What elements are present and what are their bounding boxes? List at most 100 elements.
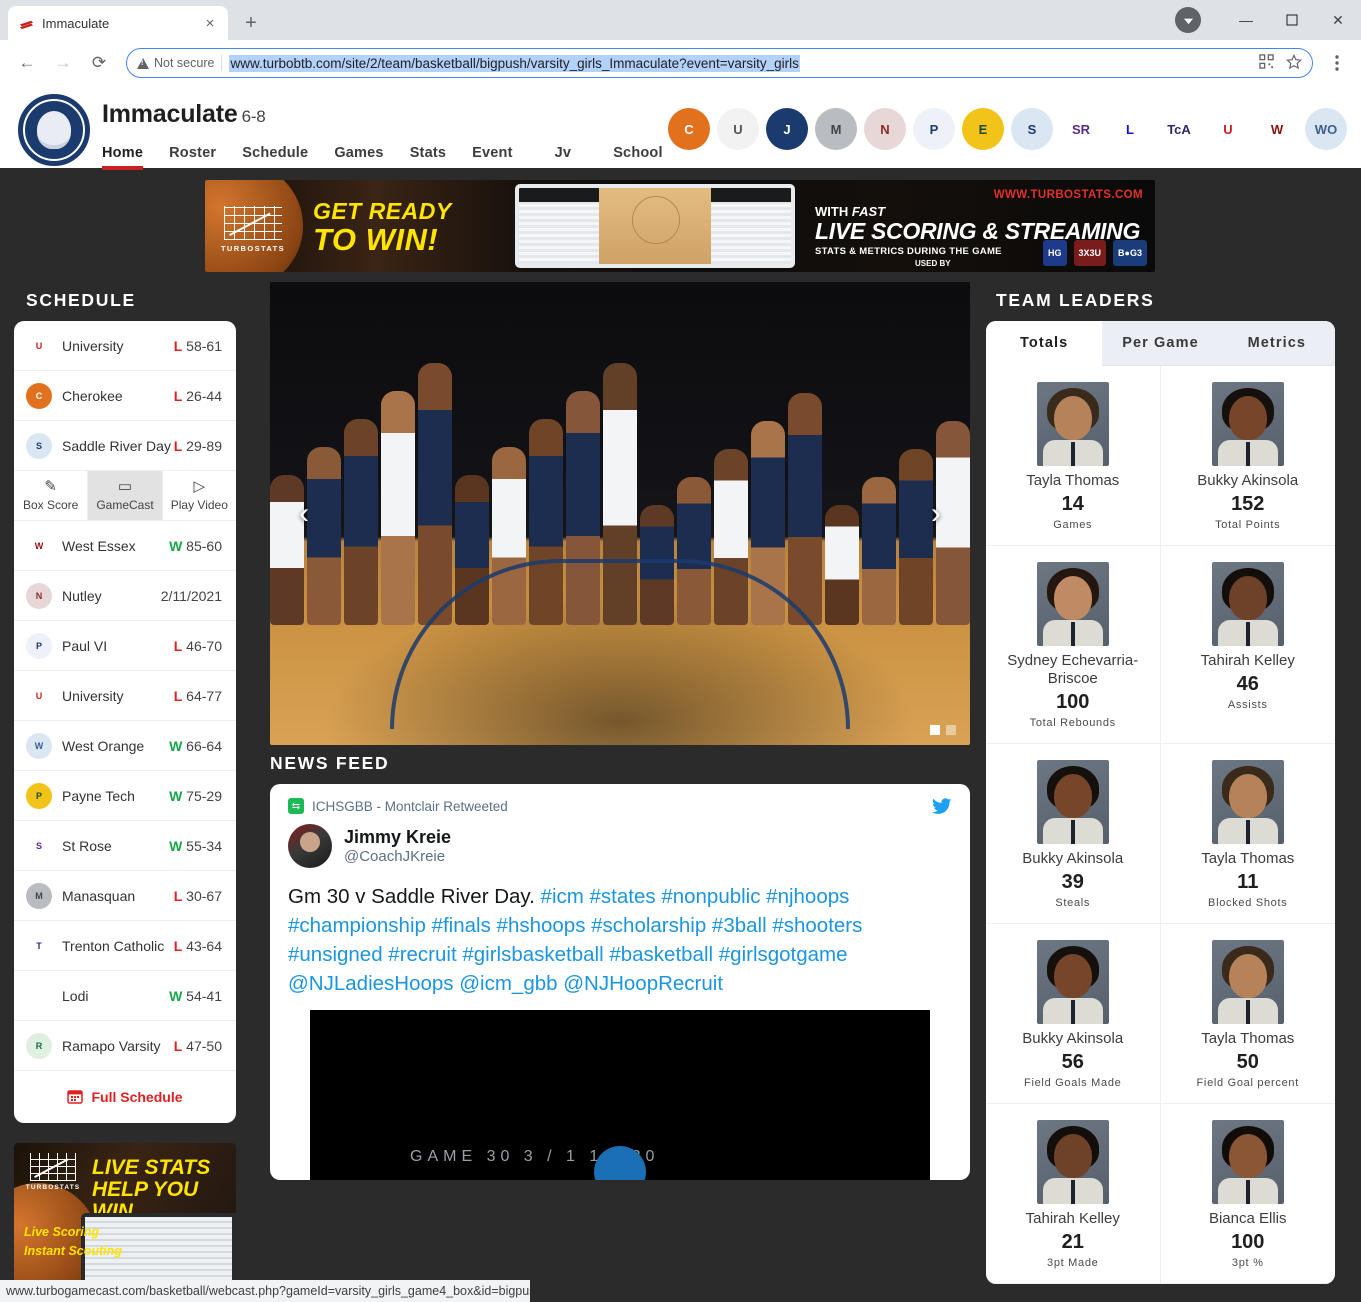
omnibox-divider — [221, 55, 223, 71]
carousel-prev-icon[interactable]: ‹ — [284, 489, 324, 539]
bookmark-star-icon[interactable] — [1286, 53, 1302, 73]
schedule-row[interactable]: Lodi W 54-41 — [14, 971, 236, 1021]
tweet-author[interactable]: Jimmy Kreie @CoachJKreie — [288, 824, 952, 868]
minimize-button[interactable]: — — [1223, 0, 1269, 40]
essex-county-logo[interactable]: E — [962, 108, 1004, 150]
player-headshot — [1036, 1120, 1109, 1204]
schedule-opponent-name: Saddle River Day — [62, 437, 171, 454]
st-rose-logo[interactable]: SR — [1060, 108, 1102, 150]
schedule-row[interactable]: M Manasquan L 30-67 — [14, 871, 236, 921]
tweet-video[interactable]: GAME 30 3 / 1 1 / 20 — [310, 1010, 930, 1181]
team-leader-cell[interactable]: Tayla Thomas 11 Blocked Shots — [1160, 744, 1335, 924]
top-banner-ad[interactable]: TURBOSTATS GET READY TO WIN! WWW.TURBOST… — [205, 180, 1155, 272]
result-letter: W — [169, 737, 183, 754]
nav-item-home[interactable]: Home — [102, 141, 144, 170]
team-leader-cell[interactable]: Tahirah Kelley 21 3pt Made — [986, 1104, 1161, 1284]
address-bar[interactable]: Not secure www.turbobtb.com/site/2/team/… — [126, 48, 1313, 78]
west-essex-logo[interactable]: W — [1256, 108, 1298, 150]
result-letter: W — [169, 787, 183, 804]
tab-per-game[interactable]: Per Game — [1102, 321, 1219, 366]
team-leader-cell[interactable]: Bukky Akinsola 152 Total Points — [1160, 366, 1335, 546]
nutley-logo[interactable]: N — [864, 108, 906, 150]
reload-icon[interactable]: ⟳ — [82, 46, 116, 80]
nav-item-roster[interactable]: Roster — [169, 141, 216, 170]
qr-code-icon[interactable] — [1259, 54, 1274, 72]
close-tab-icon[interactable]: × — [202, 15, 218, 31]
schedule-row[interactable]: U University L 58-61 — [14, 321, 236, 371]
stat-label: Assists — [1227, 699, 1268, 711]
university-phoenix-logo: U — [26, 682, 52, 709]
team-leader-cell[interactable]: Tahirah Kelley 46 Assists — [1160, 546, 1335, 744]
paul-vi-logo: P — [26, 632, 52, 659]
saddle-river-day-logo[interactable]: S — [1011, 108, 1053, 150]
stat-value: 50 — [1236, 1051, 1259, 1073]
trenton-catholic-academy-logo[interactable]: TcA — [1158, 108, 1200, 150]
nav-item-stats[interactable]: Stats — [410, 141, 446, 170]
schedule-row[interactable]: P Payne Tech W 75-29 — [14, 771, 236, 821]
schedule-row[interactable]: U University L 64-77 — [14, 671, 236, 721]
team-leader-cell[interactable]: Bianca Ellis 100 3pt % — [1160, 1104, 1335, 1284]
new-tab-button[interactable]: + — [236, 8, 266, 38]
cherokee-chiefs-logo[interactable]: C — [668, 108, 710, 150]
schedule-result: L 64-77 — [173, 687, 222, 704]
team-leader-cell[interactable]: Sydney Echevarria-Briscoe 100 Total Reboun… — [986, 546, 1161, 744]
team-leader-cell[interactable]: Tayla Thomas 50 Field Goal percent — [1160, 924, 1335, 1104]
page-viewport: Immaculate 6-8 Home Roster Schedule Games… — [0, 86, 1361, 1302]
team-photo-carousel[interactable]: ‹ › — [270, 282, 970, 745]
maximize-button[interactable] — [1269, 0, 1315, 40]
browser-tab[interactable]: Immaculate × — [8, 6, 228, 40]
university-phoenix-logo[interactable]: U — [1207, 108, 1249, 150]
nav-item-schedule[interactable]: Schedule — [242, 141, 308, 170]
stat-value: 100 — [1231, 1231, 1265, 1253]
tab-metrics[interactable]: Metrics — [1218, 321, 1335, 366]
game-action-gamecast[interactable]: ▭ GameCast — [88, 471, 163, 520]
schedule-row[interactable]: S St Rose W 55-34 — [14, 821, 236, 871]
profile-avatar-icon[interactable] — [1175, 7, 1201, 33]
university-logo[interactable]: U — [717, 108, 759, 150]
school-logo-icon[interactable] — [18, 94, 90, 166]
twitter-bird-icon[interactable] — [932, 798, 952, 821]
nav-item-school[interactable]: School — [613, 141, 663, 170]
full-schedule-button[interactable]: Full Schedule — [14, 1071, 236, 1123]
sidebar-ad[interactable]: TURBOSTATS LIVE STATS HELP YOU WIN Live … — [14, 1143, 236, 1293]
schedule-result: L 29-89 — [173, 437, 222, 454]
johnson-logo[interactable]: J — [766, 108, 808, 150]
lodi-logo[interactable]: L — [1109, 108, 1151, 150]
forward-icon[interactable]: → — [46, 46, 80, 80]
carousel-next-icon[interactable]: › — [916, 489, 956, 539]
team-leader-cell[interactable]: Tayla Thomas 14 Games — [986, 366, 1161, 546]
stat-value: 39 — [1061, 871, 1084, 893]
game-action-play-video[interactable]: ▷ Play Video — [163, 471, 236, 520]
schedule-row[interactable]: P Paul VI L 46-70 — [14, 621, 236, 671]
game-action-label: GameCast — [96, 498, 154, 512]
tab-totals[interactable]: Totals — [986, 321, 1103, 366]
schedule-row[interactable]: W West Orange W 66-64 — [14, 721, 236, 771]
west-orange-logo[interactable]: WO — [1305, 108, 1347, 150]
nav-item-games[interactable]: Games — [334, 141, 383, 170]
ad-left-panel: TURBOSTATS GET READY TO WIN! — [205, 180, 505, 272]
url-text[interactable]: www.turbobtb.com/site/2/team/basketball/… — [229, 54, 800, 72]
schedule-result: L 58-61 — [173, 337, 222, 354]
schedule-row[interactable]: T Trenton Catholic L 43-64 — [14, 921, 236, 971]
schedule-row[interactable]: W West Essex W 85-60 — [14, 521, 236, 571]
close-window-button[interactable]: ✕ — [1315, 0, 1361, 40]
manasquan-warriors-logo[interactable]: M — [815, 108, 857, 150]
opponent-logo-strip: C U J M N P E S SR L TcA U W WO — [668, 108, 1347, 150]
nav-item-jv[interactable]: Jv — [555, 141, 572, 170]
browser-menu-icon[interactable] — [1323, 49, 1351, 77]
stat-label: 3pt Made — [1047, 1257, 1099, 1269]
not-secure-indicator[interactable]: Not secure — [137, 56, 214, 70]
schedule-row[interactable]: N Nutley 2/11/2021 — [14, 571, 236, 621]
back-icon[interactable]: ← — [10, 46, 44, 80]
carousel-dot-1[interactable] — [930, 725, 940, 735]
schedule-row[interactable]: S Saddle River Day L 29-89 — [14, 421, 236, 471]
schedule-row[interactable]: R Ramapo Varsity L 47-50 — [14, 1021, 236, 1071]
paul-vi-logo[interactable]: P — [913, 108, 955, 150]
game-action-box-score[interactable]: ✎ Box Score — [14, 471, 89, 520]
retweet-line: ⇆ ICHSGBB - Montclair Retweeted — [288, 798, 952, 814]
team-leader-cell[interactable]: Bukky Akinsola 56 Field Goals Made — [986, 924, 1161, 1104]
schedule-row[interactable]: C Cherokee L 26-44 — [14, 371, 236, 421]
nav-item-event[interactable]: Event — [472, 141, 513, 170]
team-leader-cell[interactable]: Bukky Akinsola 39 Steals — [986, 744, 1161, 924]
carousel-dot-2[interactable] — [946, 725, 956, 735]
